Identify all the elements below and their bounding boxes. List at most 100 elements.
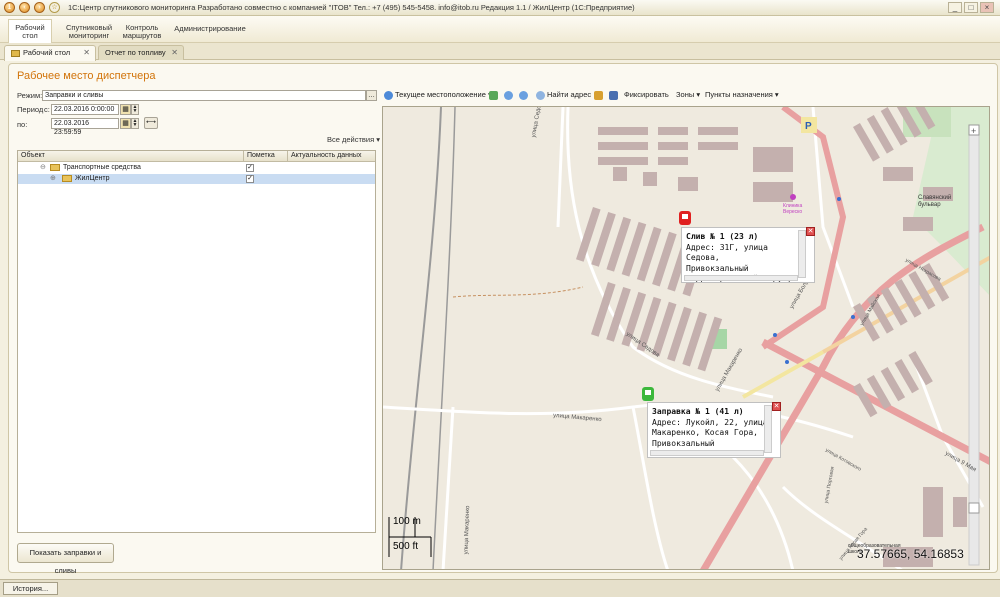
popup-hscrollbar[interactable] (650, 450, 764, 456)
zones-menu[interactable]: Зоны ▾ (676, 89, 700, 101)
svg-text:+: + (971, 126, 976, 136)
forward-icon[interactable]: › (34, 2, 45, 13)
map-zoom-out-control (968, 502, 980, 514)
column-header-actuality[interactable]: Актуальность данных (288, 151, 375, 162)
from-stepper[interactable]: ▲ ▼ (131, 104, 139, 115)
section-panel: Рабочий стол Спутниковый мониторинг Конт… (0, 16, 1000, 43)
clinic-icon (790, 194, 796, 200)
back-icon[interactable]: ‹ (19, 2, 30, 13)
section-label: Администрирование (174, 24, 246, 33)
popup-scrollbar[interactable] (764, 405, 772, 453)
table-row[interactable]: ⊖ Транспортные средства ✓ (18, 163, 375, 173)
map-toolbar: Текущее местоположение ▾ Найти адрес Фик… (382, 89, 990, 103)
tab-label: Отчет по топливу (105, 48, 166, 57)
popup-title: Слив № 1 (23 л) (686, 232, 759, 241)
find-address-button[interactable]: Найти адрес (536, 89, 591, 101)
section-label: Рабочий стол (15, 23, 45, 40)
tree-item-label: Транспортные средства (63, 164, 141, 171)
find-address-label: Найти адрес (547, 90, 592, 99)
refuel-marker (642, 387, 654, 401)
zoom-in-icon (504, 90, 513, 100)
window-titlebar: 1 ‹ › ☆ 1С:Центр спутникового мониторинг… (0, 0, 1000, 16)
history-button[interactable]: История... (3, 582, 58, 595)
satellite-button[interactable] (609, 89, 620, 101)
destinations-menu[interactable]: Пункты назначения ▾ (705, 89, 779, 101)
calendar-icon[interactable]: ▦ (120, 118, 131, 129)
close-icon[interactable]: × (980, 2, 994, 13)
scale-feet: 500 ft (393, 541, 419, 552)
zoom-in-button[interactable] (504, 89, 515, 101)
to-stepper[interactable]: ▲ ▼ (131, 118, 139, 129)
tab-fuel-report[interactable]: Отчет по топливу ✕ (98, 45, 184, 60)
popup-title: Заправка № 1 (41 л) (652, 407, 744, 416)
mark-checkbox[interactable]: ✓ (246, 164, 254, 172)
page-title: Рабочее место диспетчера (17, 70, 156, 82)
map-view[interactable]: P + улица Седова улица Седова улица Мака… (382, 106, 990, 570)
mode-select-button[interactable]: … (366, 90, 377, 101)
scale-meters: 100 m (393, 516, 421, 527)
tab-desktop[interactable]: Рабочий стол ✕ (4, 45, 96, 61)
expand-icon[interactable]: ⊖ (40, 163, 46, 173)
popup-line: Адрес: Лукойл, 22, улица (652, 417, 768, 427)
mark-checkbox[interactable]: ✓ (246, 175, 254, 183)
zoom-out-button[interactable] (519, 89, 530, 101)
period-to-label: по: (17, 120, 28, 129)
popup-line: Привокзальный (652, 438, 715, 448)
period-settings-button[interactable]: ⟷ (144, 117, 158, 129)
folder-icon (50, 163, 60, 171)
ruler-button[interactable] (594, 89, 605, 101)
tab-label: Рабочий стол (23, 48, 71, 57)
popup-line: Адрес: 31Г, улица Седова, (686, 242, 768, 263)
app-menu-icon[interactable]: 1 (4, 2, 15, 13)
tab-close-icon[interactable]: ✕ (171, 46, 178, 60)
tree-item-label: ЖилЦентр (75, 175, 110, 182)
calendar-icon[interactable]: ▦ (120, 104, 131, 115)
current-location-button[interactable]: Текущее местоположение ▾ (384, 89, 492, 101)
popup-line: Привокзальный (686, 263, 749, 273)
map-layers-button[interactable] (489, 89, 500, 101)
popup-scrollbar[interactable] (798, 230, 806, 278)
satellite-icon (609, 90, 618, 100)
all-actions-menu[interactable]: Все действия ▾ (327, 135, 380, 144)
location-icon (384, 90, 393, 100)
maximize-icon[interactable]: □ (964, 2, 978, 13)
favorites-star-icon[interactable]: ☆ (49, 2, 60, 13)
minimize-icon[interactable]: _ (948, 2, 962, 13)
fix-button[interactable]: Фиксировать (624, 89, 669, 101)
refuel-popup: Заправка № 1 (41 л) Адрес: Лукойл, 22, у… (647, 402, 781, 458)
ruler-icon (594, 90, 603, 100)
folder-icon (62, 174, 72, 182)
current-location-label: Текущее местоположение ▾ (395, 90, 492, 99)
period-to-field[interactable]: 22.03.2016 23:59:59 (51, 118, 119, 136)
tab-close-icon[interactable]: ✕ (83, 46, 90, 60)
search-icon (536, 90, 545, 100)
popup-close-icon[interactable]: ✕ (772, 402, 781, 411)
mode-field[interactable]: Заправки и сливы (42, 90, 366, 101)
period-label: Период (17, 105, 44, 114)
map-icon (489, 90, 498, 100)
column-header-object[interactable]: Объект (18, 151, 244, 162)
drain-popup: Слив № 1 (23 л) Адрес: 31Г, улица Седова… (681, 227, 815, 283)
section-desktop[interactable]: Рабочий стол (8, 19, 52, 43)
column-header-mark[interactable]: Пометка (244, 151, 288, 162)
objects-tree: Объект Пометка Актуальность данных ⊖ Тра… (17, 150, 376, 533)
section-label: Спутниковый мониторинг (66, 23, 113, 40)
popup-close-icon[interactable]: ✕ (806, 227, 815, 236)
table-row[interactable]: ⊕ ЖилЦентр ✓ (18, 174, 375, 184)
show-refuels-and-drains-button[interactable]: Показать заправки и сливы (17, 543, 114, 575)
drain-marker (679, 211, 691, 225)
parking-icon: P (805, 121, 812, 132)
period-from-label: с: (44, 105, 50, 114)
window-title: 1С:Центр спутникового мониторинга Разраб… (68, 3, 635, 12)
section-administration[interactable]: Администрирование (170, 25, 250, 33)
popup-hscrollbar[interactable] (684, 275, 798, 281)
open-windows-tabs: Рабочий стол ✕ Отчет по топливу ✕ (0, 43, 1000, 61)
section-satellite-monitoring[interactable]: Спутниковый мониторинг (66, 24, 112, 40)
tree-item: Транспортные средства (50, 163, 141, 173)
period-from-field[interactable]: 22.03.2016 0:00:00 (51, 104, 119, 115)
map-canvas[interactable]: P + (383, 107, 990, 570)
home-icon (11, 49, 20, 57)
expand-icon[interactable]: ⊕ (50, 174, 56, 184)
section-route-control[interactable]: Контроль маршрутов (122, 24, 162, 40)
tree-item: ЖилЦентр (62, 174, 110, 184)
